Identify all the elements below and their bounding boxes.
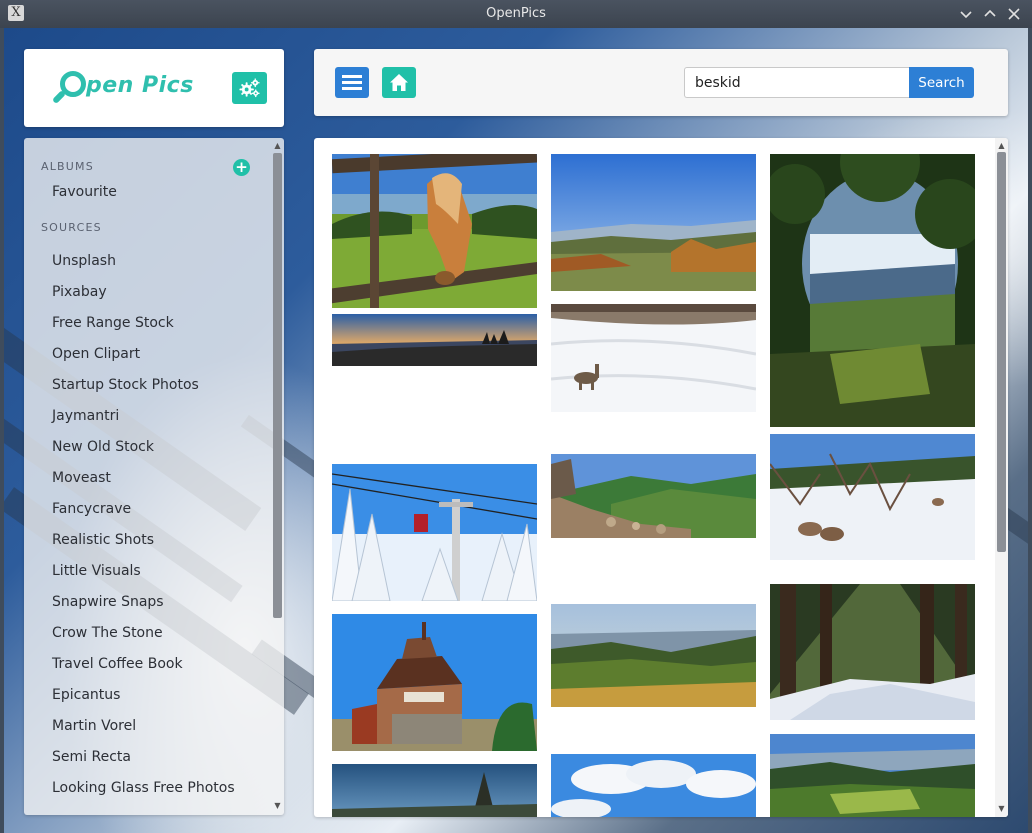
photo-tree-sky[interactable] [332,764,537,817]
photo-cable-car[interactable] [332,464,537,601]
sidebar: ALBUMS + Favourite SOURCES Unsplash Pixa… [24,138,284,815]
photo-forest-path[interactable] [770,584,975,720]
sidebar-item-startup-stock-photos[interactable]: Startup Stock Photos [52,377,199,393]
sidebar-item-snapwire-snaps[interactable]: Snapwire Snaps [52,594,164,610]
menu-button[interactable] [335,67,369,98]
photo-forest-window[interactable] [770,154,975,427]
sidebar-item-martin-vorel[interactable]: Martin Vorel [52,718,136,734]
sidebar-item-travel-coffee-book[interactable]: Travel Coffee Book [52,656,183,672]
scroll-up-icon[interactable]: ▲ [272,141,283,151]
photo-valley-autumn[interactable] [551,154,756,291]
window-title: OpenPics [486,6,546,21]
sidebar-item-realistic-shots[interactable]: Realistic Shots [52,532,154,548]
home-button[interactable] [382,67,416,98]
hamburger-icon [342,75,362,90]
sidebar-item-unsplash[interactable]: Unsplash [52,253,116,269]
sidebar-item-little-visuals[interactable]: Little Visuals [52,563,141,579]
sidebar-item-fancycrave[interactable]: Fancycrave [52,501,131,517]
window-titlebar: X OpenPics [0,0,1032,28]
plus-circle-icon: + [235,158,248,176]
gears-icon [239,78,260,98]
sidebar-item-pixabay[interactable]: Pixabay [52,284,107,300]
sidebar-item-jaymantri[interactable]: Jaymantri [52,408,119,424]
search-button[interactable]: Search [909,67,974,98]
photo-pony[interactable] [332,154,537,308]
sidebar-item-new-old-stock[interactable]: New Old Stock [52,439,154,455]
gallery-scroll-down-icon[interactable]: ▼ [996,804,1007,814]
sources-section-title: SOURCES [41,221,102,234]
add-album-button[interactable]: + [233,159,250,176]
home-icon [390,74,408,91]
sidebar-scroll-thumb[interactable] [273,153,282,618]
sidebar-item-crow-the-stone[interactable]: Crow The Stone [52,625,163,641]
photo-mountain-meadow[interactable] [551,604,756,707]
sidebar-item-open-clipart[interactable]: Open Clipart [52,346,140,362]
sidebar-item-semi-recta[interactable]: Semi Recta [52,749,131,765]
logo-text: pen Pics [86,73,194,98]
photo-rocky-summit[interactable] [551,454,756,538]
photo-green-valley[interactable] [770,734,975,817]
sidebar-item-looking-glass-free-photos[interactable]: Looking Glass Free Photos [52,780,235,796]
maximize-icon[interactable] [980,4,1000,24]
scroll-down-icon[interactable]: ▼ [272,801,283,811]
photo-wooden-tower[interactable] [332,614,537,751]
toolbar: Search [314,49,1008,116]
gallery-scroll-up-icon[interactable]: ▲ [996,141,1007,151]
gallery-scrollbar[interactable]: ▲ ▼ [995,138,1008,817]
photo-snow-deer[interactable] [551,304,756,412]
photo-clouds[interactable] [551,754,756,817]
logo-card: pen Pics [24,49,284,127]
close-icon[interactable] [1004,4,1024,24]
sidebar-scrollbar[interactable]: ▲ ▼ [271,138,284,815]
sidebar-item-free-range-stock[interactable]: Free Range Stock [52,315,174,331]
photo-gallery: ▲ ▼ [314,138,1008,817]
photo-sunset-ridge[interactable] [332,314,537,366]
minimize-icon[interactable] [956,4,976,24]
photo-deer-winter[interactable] [770,434,975,560]
albums-section-title: ALBUMS [41,160,94,173]
search-input[interactable] [684,67,909,98]
openpics-logo: pen Pics [51,69,202,109]
settings-button[interactable] [232,72,267,104]
gallery-scroll-thumb[interactable] [997,152,1006,552]
sidebar-item-favourite[interactable]: Favourite [52,184,117,200]
sidebar-item-epicantus[interactable]: Epicantus [52,687,120,703]
sidebar-item-moveast[interactable]: Moveast [52,470,111,486]
